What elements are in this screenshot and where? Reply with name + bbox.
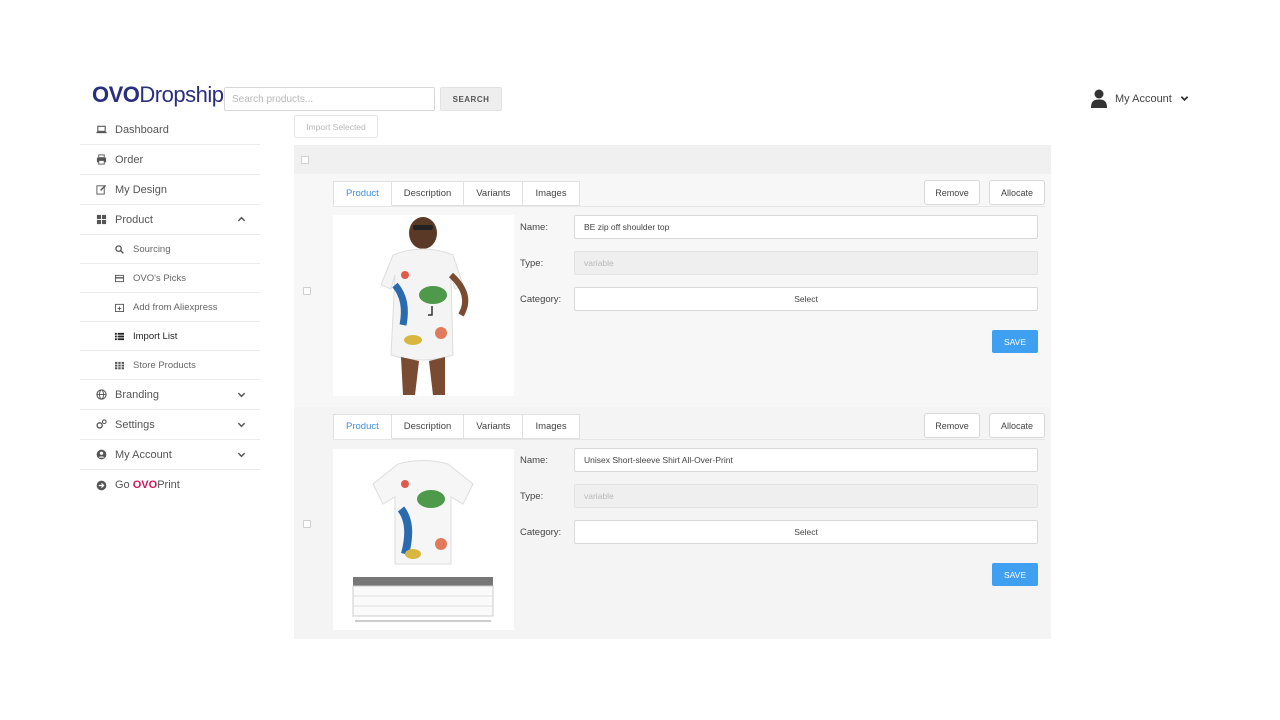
search-icon xyxy=(115,244,124,254)
category-select[interactable]: Select xyxy=(574,287,1038,311)
product-image xyxy=(333,449,514,630)
type-label: Type: xyxy=(520,258,544,269)
arrow-circle-right-icon xyxy=(96,480,107,491)
sidebar-subitem-import-list[interactable]: Import List xyxy=(80,322,260,351)
sidebar-subitem-label: Store Products xyxy=(133,359,196,371)
sidebar-subitem-store-products[interactable]: Store Products xyxy=(80,351,260,380)
select-all-checkbox[interactable] xyxy=(301,156,309,164)
tab-images[interactable]: Images xyxy=(523,181,580,206)
product-checkbox[interactable] xyxy=(303,287,311,295)
logo-dropship: Dropship xyxy=(139,82,224,107)
sidebar-item-branding[interactable]: Branding xyxy=(80,380,260,410)
product-tabs: Product Description Variants Images xyxy=(333,414,580,439)
product-image xyxy=(333,215,514,396)
user-circle-icon xyxy=(96,449,107,460)
name-field[interactable]: Unisex Short-sleeve Shirt All-Over-Print xyxy=(574,448,1038,472)
import-selected-button[interactable]: Import Selected xyxy=(294,115,378,138)
sidebar-item-dashboard[interactable]: Dashboard xyxy=(80,115,260,145)
tab-divider xyxy=(333,206,1045,207)
type-label: Type: xyxy=(520,491,544,502)
sidebar-subitem-add-from-aliexpress[interactable]: Add from Aliexpress xyxy=(80,293,260,322)
chevron-down-icon xyxy=(1180,96,1189,102)
sidebar-subitem-label: Sourcing xyxy=(133,243,171,255)
go-prefix: Go xyxy=(115,479,133,491)
go-print: Print xyxy=(157,479,180,491)
sidebar-item-label: My Design xyxy=(115,183,167,196)
sidebar-subitem-label: OVO's Picks xyxy=(133,272,187,284)
name-field[interactable]: BE zip off shoulder top xyxy=(574,215,1038,239)
card-icon xyxy=(115,274,124,283)
name-label: Name: xyxy=(520,455,548,466)
product-tabs: Product Description Variants Images xyxy=(333,181,580,206)
save-button[interactable]: SAVE xyxy=(992,330,1038,353)
search-input[interactable] xyxy=(224,87,435,111)
category-select[interactable]: Select xyxy=(574,520,1038,544)
edit-icon xyxy=(96,184,107,195)
sidebar-item-label: Dashboard xyxy=(115,123,169,136)
type-field: variable xyxy=(574,251,1038,275)
select-all-bar xyxy=(294,145,1051,174)
product-checkbox[interactable] xyxy=(303,520,311,528)
sidebar-item-my-design[interactable]: My Design xyxy=(80,175,260,205)
sidebar-item-label: Product xyxy=(115,213,153,226)
logo[interactable]: OVODropship xyxy=(92,82,224,108)
tab-product[interactable]: Product xyxy=(333,414,392,439)
sidebar-item-product[interactable]: Product xyxy=(80,205,260,235)
laptop-icon xyxy=(96,124,107,135)
list-icon xyxy=(115,332,124,341)
chevron-down-icon xyxy=(237,392,246,398)
calendar-plus-icon xyxy=(115,303,124,312)
sidebar-item-my-account[interactable]: My Account xyxy=(80,440,260,470)
th-icon xyxy=(115,361,124,370)
name-label: Name: xyxy=(520,222,548,233)
sidebar-subitem-sourcing[interactable]: Sourcing xyxy=(80,235,260,264)
sidebar-item-settings[interactable]: Settings xyxy=(80,410,260,440)
chevron-down-icon xyxy=(237,422,246,428)
printer-icon xyxy=(96,154,107,165)
tab-variants[interactable]: Variants xyxy=(464,181,524,206)
category-label: Category: xyxy=(520,294,562,305)
product-card: Product Description Variants Images Remo… xyxy=(294,407,1051,639)
tab-description[interactable]: Description xyxy=(391,181,465,206)
sidebar-item-label: Settings xyxy=(115,418,155,431)
grid-icon xyxy=(96,214,107,225)
search-button[interactable]: SEARCH xyxy=(440,87,502,111)
sidebar-item-label: Order xyxy=(115,153,144,166)
cogs-icon xyxy=(96,419,107,430)
account-menu[interactable]: My Account xyxy=(1091,89,1189,108)
product-card: Product Description Variants Images Remo… xyxy=(294,174,1051,407)
remove-button[interactable]: Remove xyxy=(924,180,980,205)
sidebar-subitem-label: Add from Aliexpress xyxy=(133,301,218,313)
allocate-button[interactable]: Allocate xyxy=(989,180,1045,205)
sidebar-subitem-label: Import List xyxy=(133,330,178,342)
sidebar: Dashboard Order My Design Product Sourci… xyxy=(80,115,260,500)
chevron-down-icon xyxy=(237,452,246,458)
remove-button[interactable]: Remove xyxy=(924,413,980,438)
allocate-button[interactable]: Allocate xyxy=(989,413,1045,438)
tab-divider xyxy=(333,439,1045,440)
save-button[interactable]: SAVE xyxy=(992,563,1038,586)
category-label: Category: xyxy=(520,527,562,538)
user-icon xyxy=(1091,89,1107,108)
logo-ovo: OVO xyxy=(92,82,140,107)
globe-icon xyxy=(96,389,107,400)
chevron-up-icon xyxy=(237,216,246,222)
sidebar-item-label: My Account xyxy=(115,448,172,461)
sidebar-item-label: Branding xyxy=(115,388,160,401)
sidebar-subitem-ovos-picks[interactable]: OVO's Picks xyxy=(80,264,260,293)
tab-description[interactable]: Description xyxy=(391,414,465,439)
go-ovo-brand: OVO xyxy=(132,479,158,491)
tab-product[interactable]: Product xyxy=(333,181,392,206)
sidebar-item-order[interactable]: Order xyxy=(80,145,260,175)
account-label: My Account xyxy=(1115,92,1172,105)
sidebar-item-go-ovoprint[interactable]: Go OVO Print xyxy=(80,470,260,500)
type-field: variable xyxy=(574,484,1038,508)
tab-images[interactable]: Images xyxy=(523,414,580,439)
tab-variants[interactable]: Variants xyxy=(464,414,524,439)
